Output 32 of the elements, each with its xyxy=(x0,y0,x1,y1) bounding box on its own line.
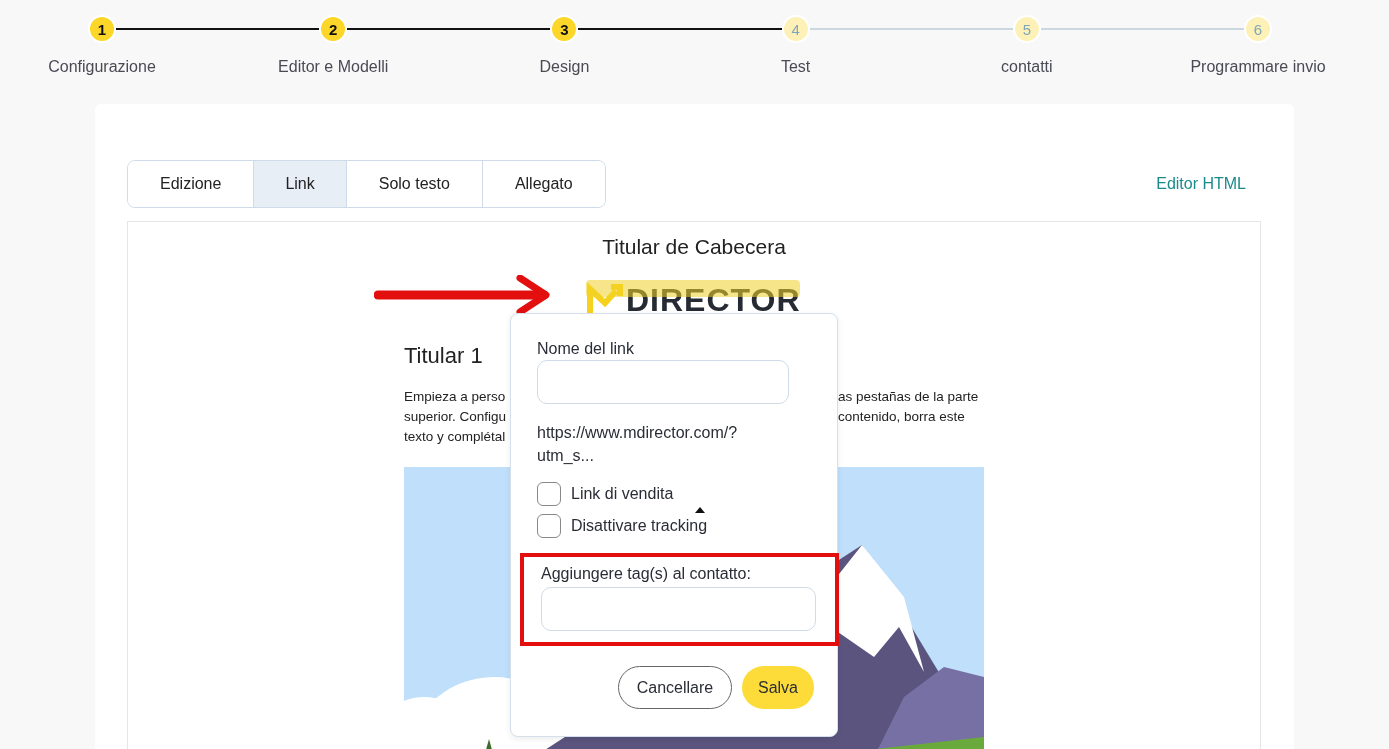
checkbox[interactable] xyxy=(537,514,561,538)
tab[interactable]: Link xyxy=(254,161,347,207)
link-name-field[interactable] xyxy=(537,360,789,404)
body-text: contenido, borra este xyxy=(838,408,966,426)
step-number[interactable]: 2 xyxy=(319,15,348,43)
tab[interactable]: Edizione xyxy=(128,161,255,207)
step-label: Test xyxy=(780,58,811,76)
url-text: https://www.mdirector.com/? xyxy=(537,423,739,443)
step-number[interactable]: 1 xyxy=(88,15,116,43)
email-title: Titular 1 xyxy=(404,343,483,369)
step-label: Design xyxy=(539,58,590,76)
cancel-button[interactable]: Cancellare xyxy=(618,666,732,709)
step-number[interactable]: 3 xyxy=(550,15,579,43)
step-label: contatti xyxy=(1001,58,1053,76)
field-label: Aggiungere tag(s) al contatto: xyxy=(541,565,752,583)
tags-field[interactable] xyxy=(541,587,816,631)
body-text: as pestañas de la parte xyxy=(838,388,980,406)
step-label: Programmare invio xyxy=(1190,58,1326,76)
editor-html-link[interactable]: Editor HTML xyxy=(1156,175,1246,193)
step-label: Configurazione xyxy=(48,58,156,76)
step-label: Editor e Modelli xyxy=(278,58,389,76)
url-text: utm_s... xyxy=(537,446,595,466)
checkbox-label: Link di vendita xyxy=(571,485,674,503)
checkbox-label: Disattivare tracking xyxy=(571,517,708,535)
save-button[interactable]: Salva xyxy=(742,666,814,709)
body-text: texto y complétal xyxy=(404,428,507,446)
body-text: superior. Configu xyxy=(404,408,507,426)
field-label: Nome del link xyxy=(537,340,635,358)
body-text: Empieza a perso xyxy=(404,388,507,406)
caret-icon xyxy=(695,507,705,513)
checkbox[interactable] xyxy=(537,482,561,506)
email-header: Titular de Cabecera xyxy=(601,235,787,259)
